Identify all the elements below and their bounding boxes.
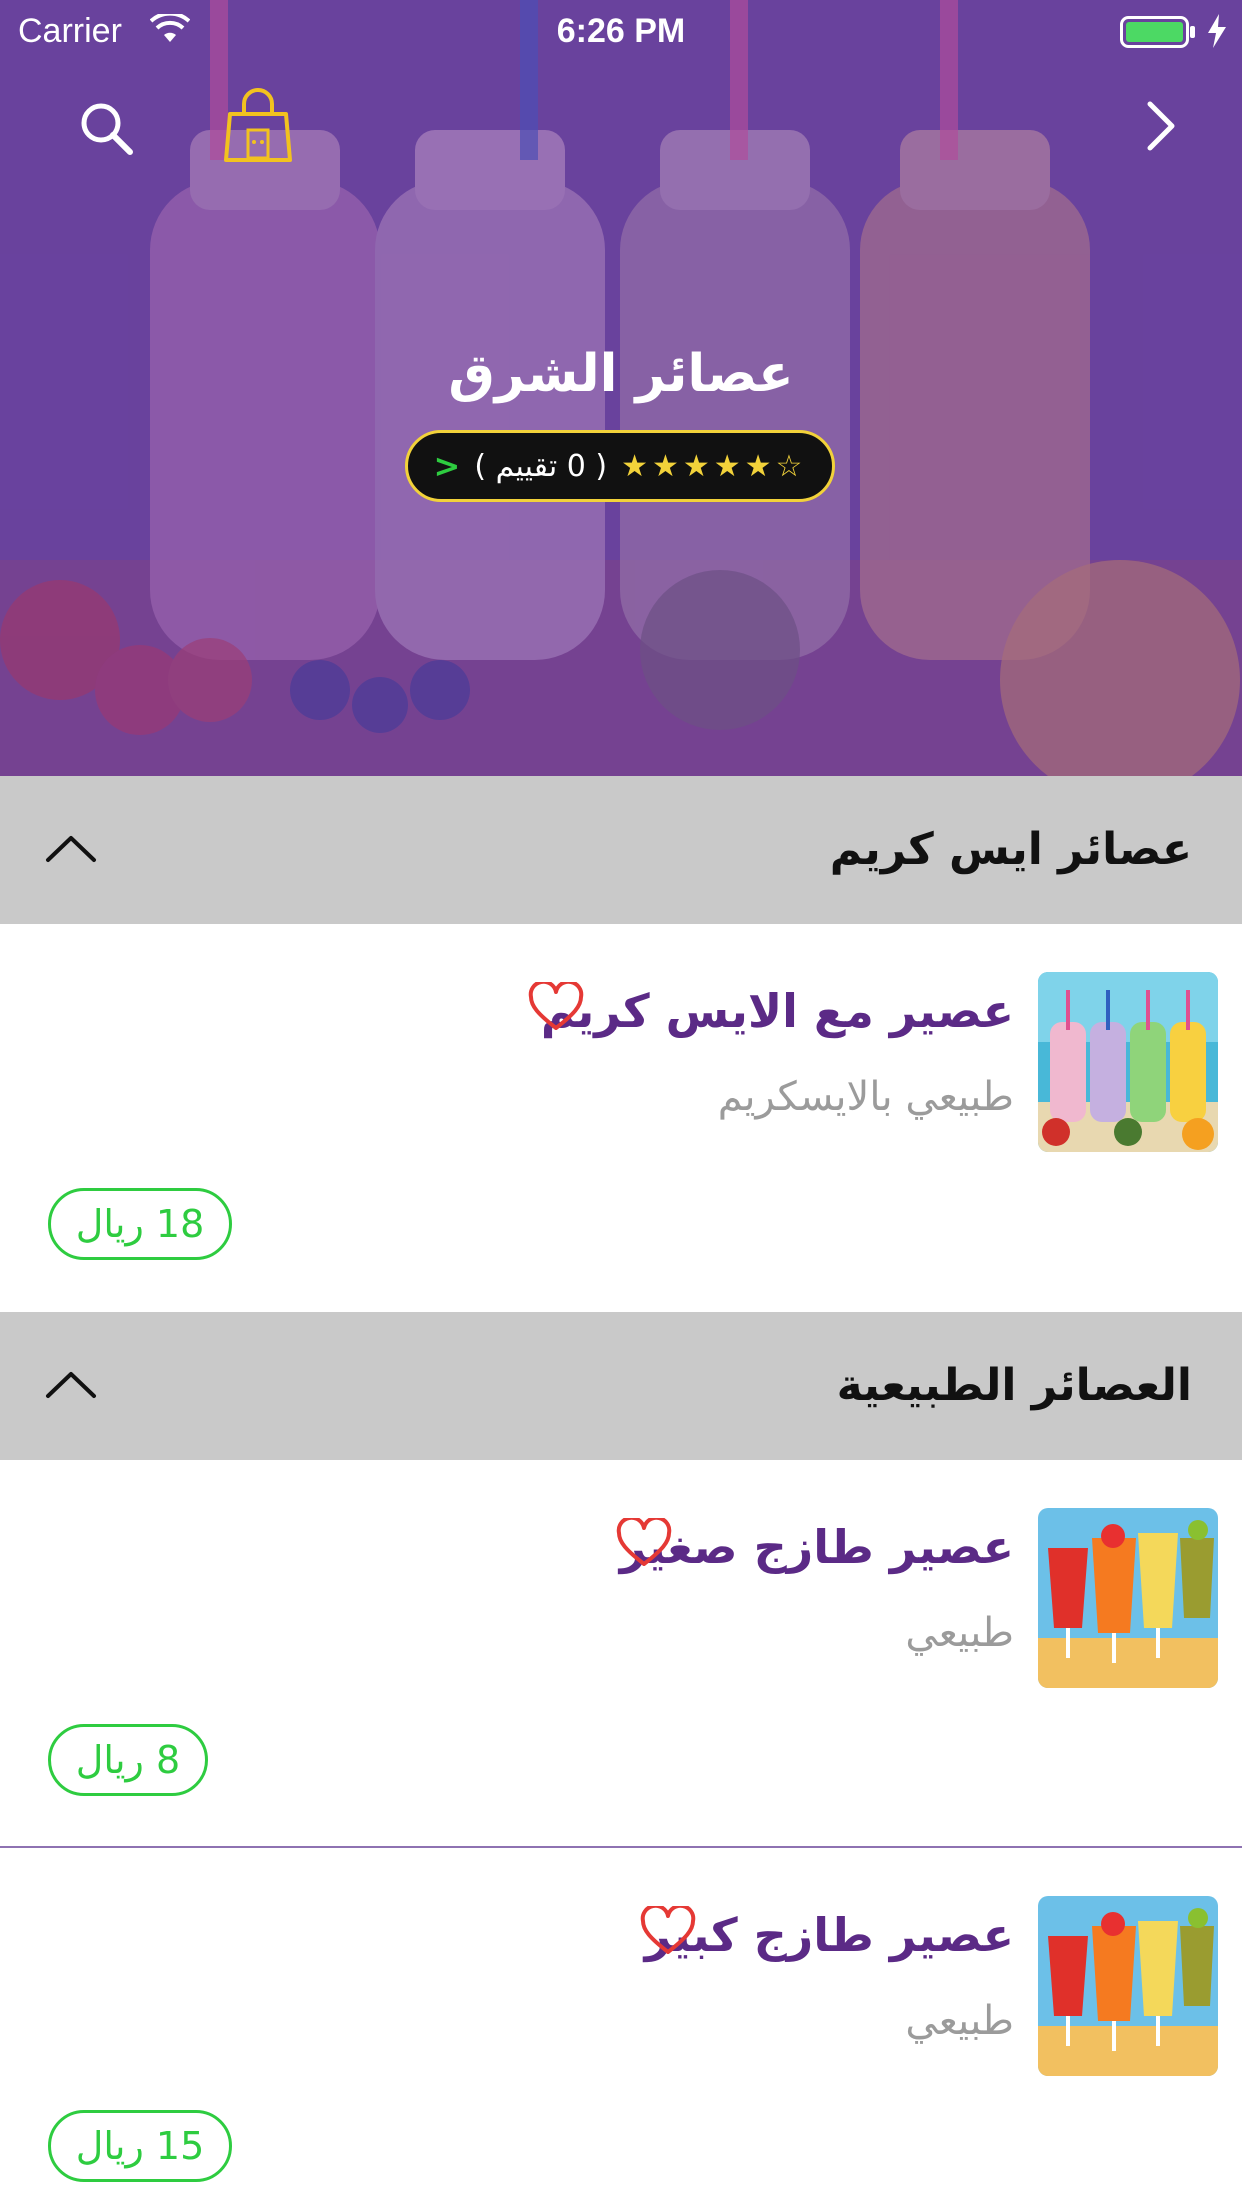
item-thumbnail bbox=[1038, 1508, 1218, 1688]
battery-icon bbox=[1120, 16, 1195, 48]
price-badge[interactable]: 15 ريال bbox=[48, 2110, 232, 2182]
item-name: عصير طازج صغير bbox=[619, 1520, 1014, 1574]
section-header-ice-cream-juices[interactable]: عصائر ايس كريم bbox=[0, 776, 1242, 924]
heart-icon[interactable] bbox=[616, 1518, 672, 1568]
chevron-up-icon[interactable] bbox=[44, 828, 98, 868]
store-name: عصائر الشرق bbox=[448, 344, 794, 404]
clock: 6:26 PM bbox=[556, 12, 686, 50]
search-icon[interactable] bbox=[78, 100, 134, 156]
menu-item[interactable]: عصير مع الايس كريم طبيعي بالايسكريم 18 ر… bbox=[0, 924, 1242, 1312]
charging-icon bbox=[1208, 14, 1226, 48]
rating-chevron-icon: > bbox=[433, 447, 461, 485]
item-description: طبيعي bbox=[905, 1610, 1014, 1656]
price-badge[interactable]: 8 ريال bbox=[48, 1724, 208, 1796]
item-description: طبيعي بالايسكريم bbox=[717, 1074, 1014, 1120]
item-thumbnail bbox=[1038, 972, 1218, 1152]
section-header-natural-juices[interactable]: العصائر الطبيعية bbox=[0, 1312, 1242, 1460]
rating-stars: ★★★★★☆ bbox=[621, 449, 806, 484]
item-name: عصير مع الايس كريم bbox=[540, 984, 1014, 1038]
item-name: عصير طازج كبير bbox=[644, 1908, 1014, 1962]
price-badge[interactable]: 18 ريال bbox=[48, 1188, 232, 1260]
item-description: طبيعي bbox=[905, 1998, 1014, 2044]
status-bar: Carrier 6:26 PM bbox=[0, 0, 1242, 62]
item-thumbnail bbox=[1038, 1896, 1218, 2076]
menu-item[interactable]: عصير طازج كبير طبيعي 15 ريال bbox=[0, 1848, 1242, 2208]
section-title: العصائر الطبيعية bbox=[836, 1360, 1192, 1411]
stars-filled: ★★★★★ bbox=[621, 448, 776, 484]
heart-icon[interactable] bbox=[528, 982, 584, 1032]
menu-item[interactable]: عصير طازج صغير طبيعي 8 ريال bbox=[0, 1460, 1242, 1846]
section-title: عصائر ايس كريم bbox=[829, 824, 1192, 875]
heart-icon[interactable] bbox=[640, 1906, 696, 1956]
rating-button[interactable]: > ( 0 تقييم ) ★★★★★☆ bbox=[405, 430, 835, 502]
chevron-up-icon[interactable] bbox=[44, 1364, 98, 1404]
chevron-right-icon[interactable] bbox=[1146, 98, 1176, 154]
rating-count: ( 0 تقييم ) bbox=[474, 448, 608, 484]
star-empty-icon: ☆ bbox=[775, 448, 807, 484]
shopping-bag-icon[interactable] bbox=[224, 88, 292, 164]
